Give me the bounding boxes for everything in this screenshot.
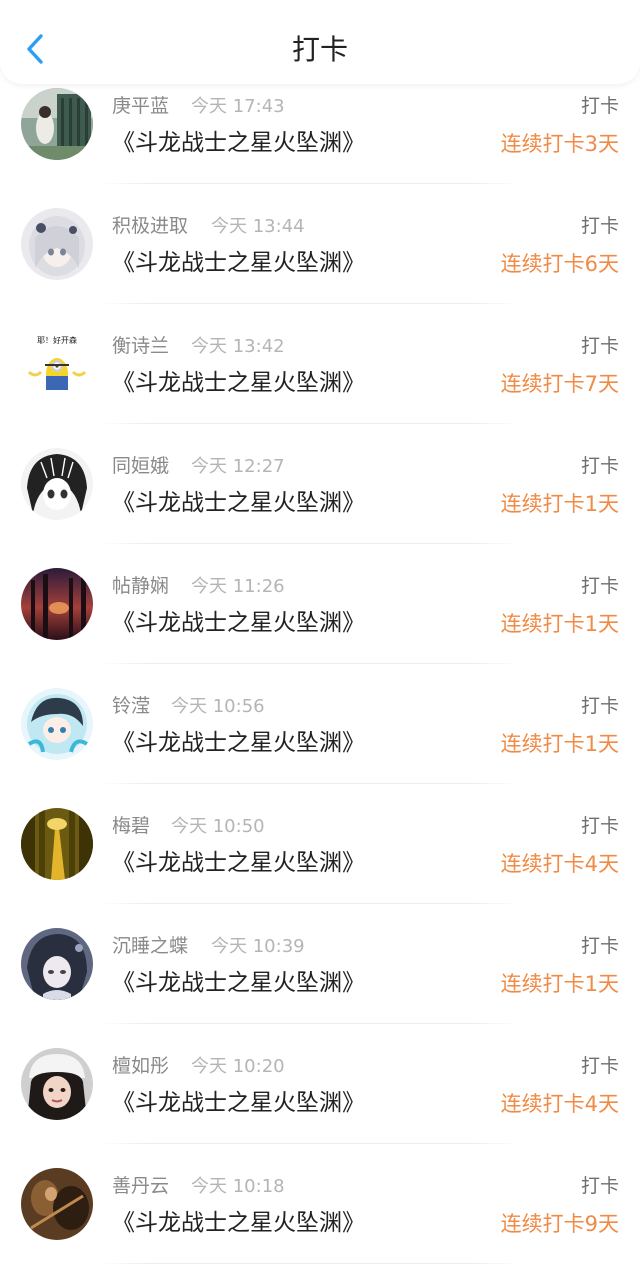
streak-label: 连续打卡6天	[500, 252, 619, 276]
list-item[interactable]: 铃滢 今天 10:56 《斗龙战士之星火坠渊》 打卡 连续打卡1天	[0, 664, 640, 784]
book-title[interactable]: 《斗龙战士之星火坠渊》	[112, 608, 365, 638]
user-name[interactable]: 沉睡之蝶	[112, 934, 188, 958]
user-name[interactable]: 同姮娥	[112, 454, 169, 478]
streak-label: 连续打卡4天	[500, 852, 619, 876]
checkin-time: 今天 17:43	[191, 96, 285, 117]
book-title[interactable]: 《斗龙战士之星火坠渊》	[112, 848, 365, 878]
checkin-time: 今天 10:20	[191, 1056, 285, 1077]
book-title[interactable]: 《斗龙战士之星火坠渊》	[112, 1208, 365, 1238]
streak-label: 连续打卡1天	[500, 612, 619, 636]
list-item[interactable]: 善丹云 今天 10:18 《斗龙战士之星火坠渊》 打卡 连续打卡9天	[0, 1144, 640, 1264]
checkin-time: 今天 10:18	[191, 1176, 285, 1197]
user-name[interactable]: 帖静娴	[112, 574, 169, 598]
user-name[interactable]: 衡诗兰	[112, 334, 169, 358]
avatar[interactable]	[21, 1048, 93, 1120]
checkin-page: 打卡 庚平蓝 今天 17:43 《斗龙战士之星火坠渊》 打卡 连续打卡3天 积极…	[0, 0, 640, 1264]
checkin-action-label: 打卡	[580, 695, 619, 717]
streak-label: 连续打卡1天	[500, 972, 619, 996]
checkin-action-label: 打卡	[580, 335, 619, 357]
streak-label: 连续打卡3天	[500, 132, 619, 156]
list-item[interactable]: 积极进取 今天 13:44 《斗龙战士之星火坠渊》 打卡 连续打卡6天	[0, 184, 640, 304]
checkin-time: 今天 12:27	[191, 456, 285, 477]
avatar[interactable]	[21, 808, 93, 880]
checkin-time: 今天 11:26	[191, 576, 285, 597]
user-name[interactable]: 庚平蓝	[112, 94, 169, 118]
page-title: 打卡	[291, 33, 348, 66]
avatar-brown-photo	[21, 1168, 93, 1240]
avatar[interactable]	[21, 448, 93, 520]
checkin-time: 今天 13:42	[191, 336, 285, 357]
avatar-manga-sketch	[21, 448, 93, 520]
user-name[interactable]: 积极进取	[112, 214, 188, 238]
avatar[interactable]	[21, 568, 93, 640]
book-title[interactable]: 《斗龙战士之星火坠渊》	[112, 968, 365, 998]
checkin-time: 今天 10:39	[211, 936, 305, 957]
avatar-chibi-blue	[21, 688, 93, 760]
avatar-minion: 耶！好开森	[21, 328, 93, 400]
avatar-girl-cap	[21, 1048, 93, 1120]
book-title[interactable]: 《斗龙战士之星火坠渊》	[112, 368, 365, 398]
user-name[interactable]: 檀如彤	[112, 1054, 169, 1078]
checkin-action-label: 打卡	[580, 215, 619, 237]
list-item[interactable]: 同姮娥 今天 12:27 《斗龙战士之星火坠渊》 打卡 连续打卡1天	[0, 424, 640, 544]
book-title[interactable]: 《斗龙战士之星火坠渊》	[112, 248, 365, 278]
avatar-anime-girl	[21, 208, 93, 280]
avatar-park-photo	[21, 88, 93, 160]
checkin-list: 庚平蓝 今天 17:43 《斗龙战士之星火坠渊》 打卡 连续打卡3天 积极进取 …	[0, 64, 640, 1264]
streak-label: 连续打卡1天	[500, 732, 619, 756]
streak-label: 连续打卡9天	[500, 1212, 619, 1236]
list-item[interactable]: 檀如彤 今天 10:20 《斗龙战士之星火坠渊》 打卡 连续打卡4天	[0, 1024, 640, 1144]
avatar[interactable]	[21, 1168, 93, 1240]
avatar-caption: 耶！好开森	[37, 335, 77, 345]
checkin-time: 今天 10:50	[171, 816, 265, 837]
checkin-action-label: 打卡	[580, 935, 619, 957]
streak-label: 连续打卡7天	[500, 372, 619, 396]
book-title[interactable]: 《斗龙战士之星火坠渊》	[112, 128, 365, 158]
list-item[interactable]: 梅碧 今天 10:50 《斗龙战士之星火坠渊》 打卡 连续打卡4天	[0, 784, 640, 904]
checkin-time: 今天 13:44	[211, 216, 305, 237]
user-name[interactable]: 铃滢	[112, 694, 150, 718]
avatar[interactable]: 耶！好开森	[21, 328, 93, 400]
avatar[interactable]	[21, 928, 93, 1000]
checkin-action-label: 打卡	[580, 575, 619, 597]
checkin-action-label: 打卡	[580, 455, 619, 477]
avatar-autumn-path	[21, 808, 93, 880]
avatar[interactable]	[21, 88, 93, 160]
book-title[interactable]: 《斗龙战士之星火坠渊》	[112, 1088, 365, 1118]
list-item[interactable]: 沉睡之蝶 今天 10:39 《斗龙战士之星火坠渊》 打卡 连续打卡1天	[0, 904, 640, 1024]
user-name[interactable]: 梅碧	[112, 814, 150, 838]
avatar[interactable]	[21, 688, 93, 760]
checkin-action-label: 打卡	[580, 1175, 619, 1197]
checkin-time: 今天 10:56	[171, 696, 265, 717]
streak-label: 连续打卡4天	[500, 1092, 619, 1116]
avatar[interactable]	[21, 208, 93, 280]
top-bar: 打卡	[0, 0, 640, 84]
book-title[interactable]: 《斗龙战士之星火坠渊》	[112, 728, 365, 758]
list-item[interactable]: 耶！好开森 衡诗兰 今天 13:42 《斗龙战士之星火坠渊》 打卡 连续打卡7天	[0, 304, 640, 424]
user-name[interactable]: 善丹云	[112, 1174, 169, 1198]
checkin-action-label: 打卡	[580, 95, 619, 117]
checkin-action-label: 打卡	[580, 1055, 619, 1077]
checkin-action-label: 打卡	[580, 815, 619, 837]
avatar-sunset-forest	[21, 568, 93, 640]
list-item[interactable]: 帖静娴 今天 11:26 《斗龙战士之星火坠渊》 打卡 连续打卡1天	[0, 544, 640, 664]
streak-label: 连续打卡1天	[500, 492, 619, 516]
book-title[interactable]: 《斗龙战士之星火坠渊》	[112, 488, 365, 518]
avatar-dark-anime	[21, 928, 93, 1000]
